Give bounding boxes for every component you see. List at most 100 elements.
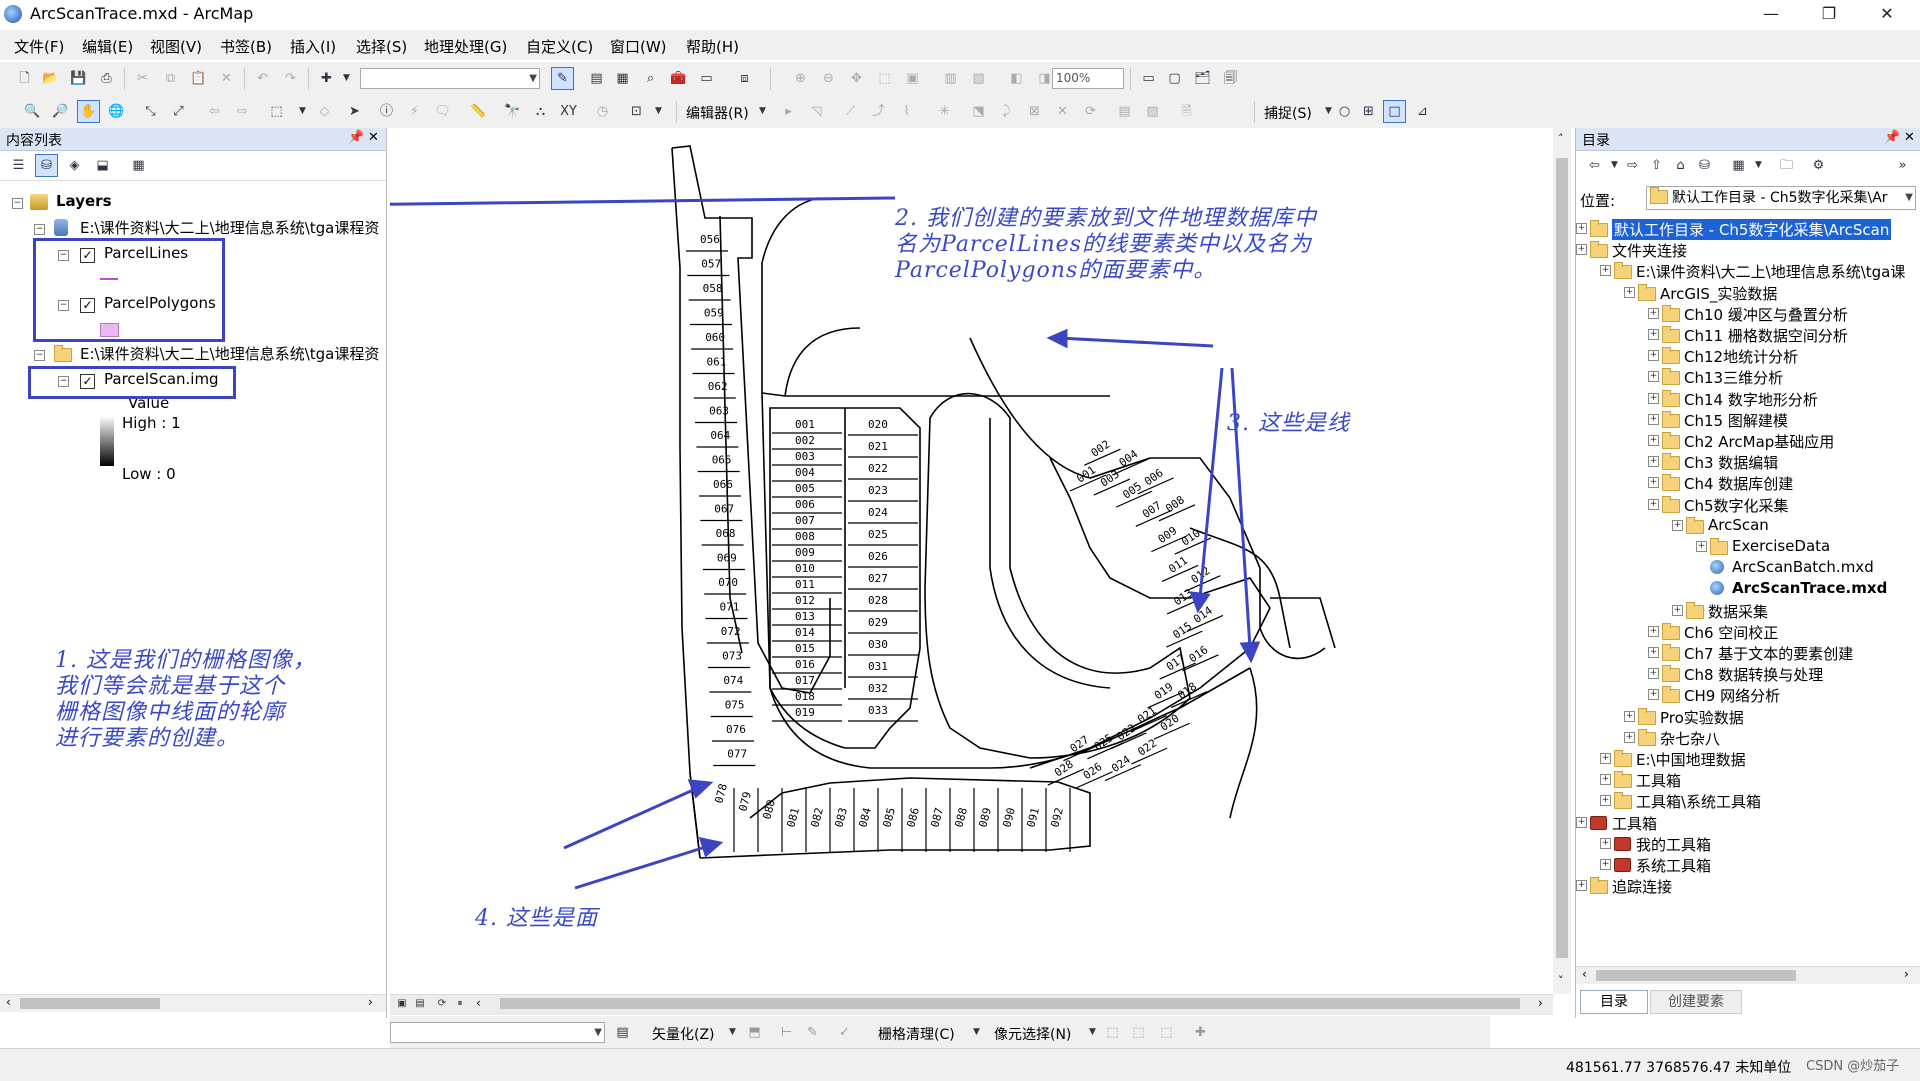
layout-zoom-combo[interactable]: 100% xyxy=(1052,68,1124,89)
tab-catalog[interactable]: 目录 xyxy=(1580,990,1648,1014)
catalog-options-icon[interactable]: ⚙ xyxy=(1808,155,1829,176)
split-icon[interactable]: ✕ xyxy=(1052,101,1073,122)
search-window-icon[interactable]: ⌕ xyxy=(640,68,661,89)
catalog-horizontal-scrollbar[interactable]: ‹ › xyxy=(1576,966,1920,984)
undo-icon[interactable]: ↶ xyxy=(252,68,273,89)
html-popup-icon[interactable]: 🗨 xyxy=(432,101,453,122)
trace-icon[interactable]: ⌇ xyxy=(896,101,917,122)
catalog-item[interactable]: + 默认工作目录 - Ch5数字化采集\ArcScan xyxy=(1576,218,1920,240)
edit-annotation-icon[interactable]: ◹ xyxy=(806,101,827,122)
catalog-expander-icon[interactable]: + xyxy=(1576,244,1587,256)
catalog-close-icon[interactable]: ✕ xyxy=(1904,130,1915,145)
map-scroll-right-icon[interactable]: › xyxy=(1538,996,1543,1010)
cell-selection-dropdown-icon[interactable]: ▼ xyxy=(1082,1022,1103,1043)
map-scroll-down-icon[interactable]: ˅ xyxy=(1558,974,1564,987)
forward-extent-icon[interactable]: ⇨ xyxy=(232,101,253,122)
trace-between-points-icon[interactable]: ⊢ xyxy=(776,1022,797,1043)
catalog-item[interactable]: + Ch5数字化采集 xyxy=(1576,494,1920,515)
layout-pan-icon[interactable]: ✥ xyxy=(846,68,867,89)
find-route-icon[interactable]: ⛬ xyxy=(530,101,551,122)
catalog-expander-icon[interactable]: + xyxy=(1648,689,1659,701)
catalog-view-icon[interactable]: ▦ xyxy=(1728,155,1749,176)
end-snapping-icon[interactable]: ⊞ xyxy=(1358,101,1379,122)
raster-snapping-icon[interactable]: ▤ xyxy=(612,1022,633,1043)
catalog-expander-icon[interactable]: + xyxy=(1672,604,1683,616)
raster-cleanup-dropdown-icon[interactable]: ▼ xyxy=(966,1022,987,1043)
raster-line-width-icon[interactable]: ✚ xyxy=(1190,1022,1211,1043)
catalog-item[interactable]: + Ch7 基于文本的要素创建 xyxy=(1576,642,1920,663)
catalog-view-dropdown-icon[interactable]: ▼ xyxy=(1748,155,1769,176)
catalog-expander-icon[interactable]: + xyxy=(1648,371,1659,383)
map-vertical-scroll-thumb[interactable] xyxy=(1556,158,1568,958)
attributes-icon[interactable]: ▤ xyxy=(1114,101,1135,122)
catalog-item[interactable]: + Ch2 ArcMap基础应用 xyxy=(1576,430,1920,451)
scroll-left-icon[interactable]: ‹ xyxy=(6,995,11,1009)
editor-toolbar-icon[interactable]: ✎ xyxy=(551,67,574,90)
pin-icon[interactable]: 📌 xyxy=(348,130,364,145)
toggle-draft-icon[interactable]: ▭ xyxy=(1138,68,1159,89)
list-by-visibility-icon[interactable]: ◈ xyxy=(64,155,85,176)
catalog-home-icon[interactable]: ⌂ xyxy=(1670,155,1691,176)
modelbuilder-icon[interactable]: ⧈ xyxy=(734,68,755,89)
create-features-icon[interactable]: 🗎 xyxy=(1176,101,1197,122)
catalog-expander-icon[interactable]: + xyxy=(1624,286,1635,298)
catalog-item[interactable]: ArcScanTrace.mxd xyxy=(1576,578,1920,599)
catalog-expander-icon[interactable]: + xyxy=(1600,774,1611,786)
python-window-icon[interactable]: ▭ xyxy=(696,68,717,89)
map-canvas[interactable]: 056 057 058 059 060 061 062 063 064 065 066 067 068 0… xyxy=(390,128,1553,1015)
point-icon[interactable]: ✳ xyxy=(934,101,955,122)
tab-create-features[interactable]: 创建要素 xyxy=(1650,990,1742,1014)
open-folder-icon[interactable]: 📂 xyxy=(40,68,61,89)
toc-path-1[interactable]: E:\课件资料\大二上\地理信息系统\tga课程资 xyxy=(80,217,379,238)
catalog-item[interactable]: + Ch6 空间校正 xyxy=(1576,621,1920,642)
fixed-zoom-in-icon[interactable]: ⤡ xyxy=(140,101,161,122)
catalog-scroll-thumb[interactable] xyxy=(1596,970,1796,981)
catalog-item[interactable]: + 工具箱\系统工具箱 xyxy=(1576,790,1920,811)
go-to-xy-icon[interactable]: XY xyxy=(558,101,579,122)
cut-polygon-icon[interactable]: ⊠ xyxy=(1024,101,1045,122)
layout-zoom-in-icon[interactable]: ⊕ xyxy=(790,68,811,89)
toc-options-icon[interactable]: ▦ xyxy=(128,155,149,176)
catalog-expander-icon[interactable]: + xyxy=(1648,329,1659,340)
snapping-menu[interactable]: 捕捉(S) xyxy=(1264,103,1312,123)
catalog-expander-icon[interactable]: + xyxy=(1648,647,1659,658)
catalog-item[interactable]: + 数据采集 xyxy=(1576,600,1920,621)
catalog-item[interactable]: + Pro实验数据 xyxy=(1576,706,1920,727)
catalog-new-folder-icon[interactable]: 🗀 xyxy=(1776,155,1797,176)
catalog-item[interactable]: ArcScanBatch.mxd xyxy=(1576,557,1920,578)
catalog-expander-icon[interactable]: + xyxy=(1576,223,1587,234)
time-slider-icon[interactable]: ◷ xyxy=(592,101,613,122)
catalog-expander-icon[interactable]: + xyxy=(1576,816,1587,828)
vectorization-dropdown-icon[interactable]: ▼ xyxy=(722,1022,743,1043)
vectorization-trace-icon[interactable]: ⬒ xyxy=(744,1022,765,1043)
maximize-button[interactable]: ❐ xyxy=(1806,0,1852,28)
catalog-expander-icon[interactable]: + xyxy=(1648,668,1659,680)
layout-fixed-zoom-icon[interactable]: ▣ xyxy=(902,68,923,89)
catalog-expander-icon[interactable]: + xyxy=(1648,350,1659,362)
shape-recognition-icon[interactable]: ✎ xyxy=(802,1022,823,1043)
full-extent-icon[interactable]: 🌐 xyxy=(106,101,127,122)
vertex-snapping-icon[interactable]: □ xyxy=(1383,100,1406,123)
catalog-expander-icon[interactable]: + xyxy=(1600,837,1611,849)
print-icon[interactable]: ⎙ xyxy=(96,68,117,89)
fixed-zoom-out-icon[interactable]: ⤢ xyxy=(168,101,189,122)
back-extent-icon[interactable]: ⇦ xyxy=(204,101,225,122)
zoom-out-icon[interactable]: 🔎 xyxy=(50,101,71,122)
catalog-expander-icon[interactable]: + xyxy=(1624,731,1635,743)
layout-zoom-100-icon[interactable]: ▥ xyxy=(940,68,961,89)
catalog-expander-icon[interactable]: + xyxy=(1672,519,1683,531)
arctoolbox-icon[interactable]: 🧰 xyxy=(668,68,689,89)
catalog-item[interactable]: + E:\课件资料\大二上\地理信息系统\tga课 xyxy=(1576,260,1920,281)
cell-select-tool-icon[interactable]: ⬚ xyxy=(1156,1022,1177,1043)
catalog-scroll-left-icon[interactable]: ‹ xyxy=(1582,967,1587,981)
layers-label[interactable]: Layers xyxy=(56,192,112,210)
catalog-expander-icon[interactable]: + xyxy=(1648,413,1659,425)
viewer-window-icon[interactable]: ⊡ xyxy=(626,101,647,122)
catalog-back-icon[interactable]: ⇦ xyxy=(1584,155,1605,176)
layers-collapse-icon[interactable]: − xyxy=(12,198,23,209)
zoom-in-icon[interactable]: 🔍 xyxy=(22,101,43,122)
menu-item-8[interactable]: 窗口(W) xyxy=(610,36,667,57)
catalog-item[interactable]: + 杂七杂八 xyxy=(1576,727,1920,748)
menu-item-4[interactable]: 插入(I) xyxy=(290,36,336,57)
layout-prev-icon[interactable]: ◧ xyxy=(1006,68,1027,89)
